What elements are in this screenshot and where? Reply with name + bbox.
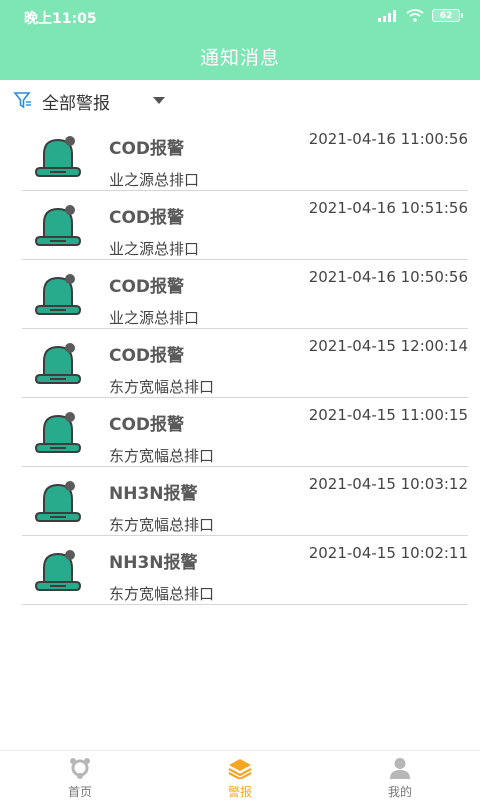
alert-time: 2021-04-15 10:03:12 [308,475,468,493]
alert-time: 2021-04-16 10:51:56 [308,199,468,217]
battery-level: 62 [439,10,453,21]
filter-label: 全部警报 [42,94,110,114]
alert-location: 东方宽幅总排口 [109,516,215,534]
alert-list-item[interactable]: COD报警 2021-04-15 12:00:14 东方宽幅总排口 [22,329,468,398]
filter-icon [13,92,31,109]
alert-list-item[interactable]: NH3N报警 2021-04-15 10:03:12 东方宽幅总排口 [22,467,468,536]
user-icon [390,758,410,779]
home-icon [70,758,90,779]
status-time: 晚上11:05 [24,11,97,27]
tab-profile[interactable]: 我的 [320,751,480,800]
status-icons: 62 [378,9,463,22]
alert-list-item[interactable]: COD报警 2021-04-15 11:00:15 东方宽幅总排口 [22,398,468,467]
alert-location: 东方宽幅总排口 [109,447,215,465]
chevron-down-icon [153,97,165,104]
bell-icon [34,412,82,453]
bell-icon [34,481,82,522]
tab-alerts-label: 警报 [227,785,252,799]
alert-list-item[interactable]: COD报警 2021-04-16 10:50:56 业之源总排口 [22,260,468,329]
alert-time: 2021-04-16 10:50:56 [308,268,468,286]
alert-type: COD报警 [109,415,185,435]
layers-icon [228,759,252,779]
alert-type: NH3N报警 [109,484,198,504]
wifi-icon [406,9,424,22]
alert-time: 2021-04-15 10:02:11 [308,544,468,562]
alert-location: 东方宽幅总排口 [109,585,215,603]
bell-icon [34,343,82,384]
alert-location: 东方宽幅总排口 [109,378,215,396]
alert-location: 业之源总排口 [109,171,200,189]
signal-icon [378,9,396,22]
bell-icon [34,205,82,246]
alert-location: 业之源总排口 [109,240,200,258]
battery-icon: 62 [432,9,463,22]
alert-type: NH3N报警 [109,553,198,573]
alert-list-item[interactable]: NH3N报警 2021-04-15 10:02:11 东方宽幅总排口 [22,536,468,605]
bell-icon [34,136,82,177]
tab-home[interactable]: 首页 [0,751,160,800]
tab-alerts[interactable]: 警报 [160,751,320,800]
status-bar: 晚上11:05 62 [0,0,480,32]
bottom-tab-bar: 首页 警报 我的 [0,750,480,800]
alert-list-item[interactable]: COD报警 2021-04-16 10:51:56 业之源总排口 [22,191,468,260]
alert-time: 2021-04-15 11:00:15 [308,406,468,424]
alert-filter[interactable]: 全部警报 [0,80,480,122]
bell-icon [34,550,82,591]
alert-location: 业之源总排口 [109,309,200,327]
alert-type: COD报警 [109,346,185,366]
bell-icon [34,274,82,315]
alert-time: 2021-04-16 11:00:56 [308,130,468,148]
alert-type: COD报警 [109,208,185,228]
tab-home-label: 首页 [67,785,92,799]
alert-type: COD报警 [109,139,185,159]
alert-list: COD报警 2021-04-16 11:00:56 业之源总排口 COD报警 2021-… [22,122,468,605]
page-title: 通知消息 [199,46,280,69]
tab-profile-label: 我的 [387,785,412,799]
alert-type: COD报警 [109,277,185,297]
alert-time: 2021-04-15 12:00:14 [308,337,468,355]
alert-list-item[interactable]: COD报警 2021-04-16 11:00:56 业之源总排口 [22,122,468,191]
header: 通知消息 [0,32,480,80]
